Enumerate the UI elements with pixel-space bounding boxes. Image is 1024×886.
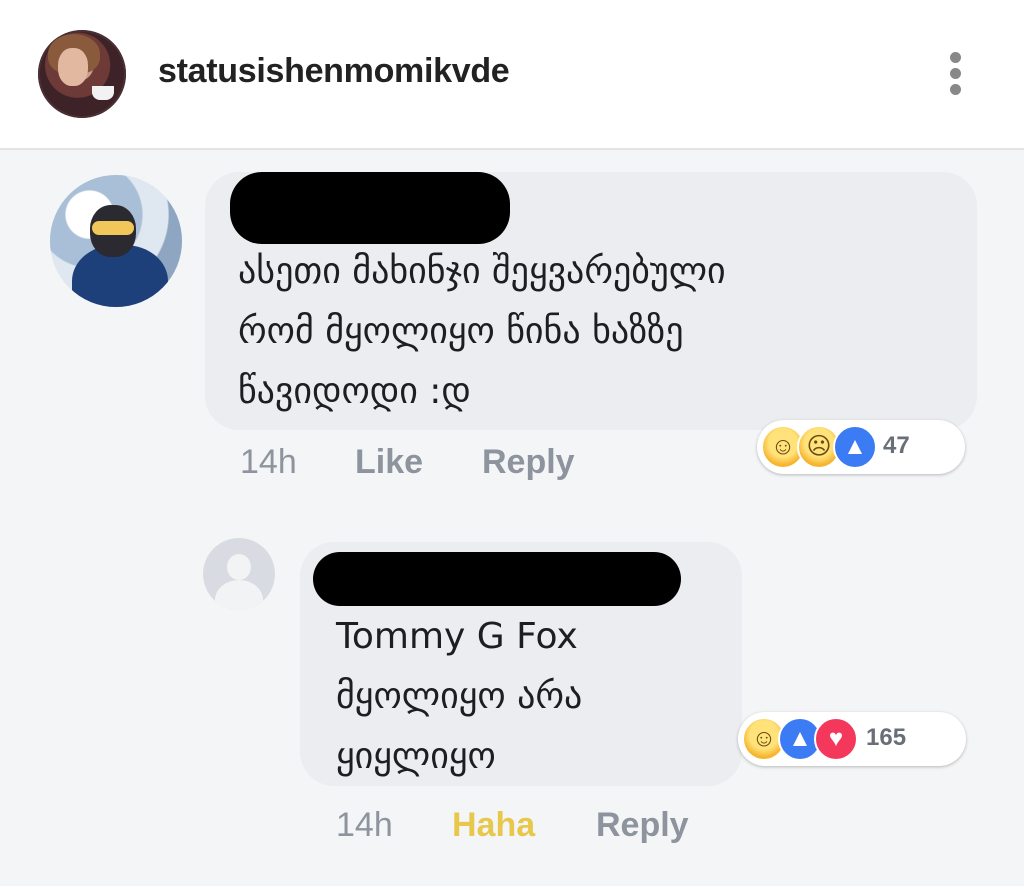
comment-line: წავიდოდი :დ — [238, 371, 471, 412]
reaction-summary[interactable]: ☺ ☹ ▲ 47 — [757, 420, 965, 474]
more-vertical-icon[interactable] — [944, 48, 968, 100]
reply-line: ყიყლიყო — [336, 736, 496, 777]
reaction-count: 47 — [883, 432, 910, 459]
post-header: statusishenmomikvde — [0, 0, 1024, 150]
love-icon: ♥ — [814, 717, 858, 761]
menu-dot — [950, 84, 961, 95]
redacted-name — [230, 172, 510, 244]
commenter-avatar[interactable] — [50, 175, 182, 307]
like-icon: ▲ — [833, 425, 877, 469]
reply-line: მყოლიყო არა — [336, 676, 583, 717]
reply-button[interactable]: Reply — [482, 443, 575, 482]
profile-username[interactable]: statusishenmomikvde — [158, 52, 510, 91]
avatar-cup — [92, 86, 114, 100]
like-button[interactable]: Like — [355, 443, 423, 482]
comment-text: ასეთი მახინჯი შეყვარებული რომ მყოლიყო წი… — [238, 242, 726, 422]
default-avatar[interactable] — [203, 538, 275, 610]
menu-dot — [950, 68, 961, 79]
avatar-face — [58, 48, 88, 86]
reaction-summary[interactable]: ☺ ▲ ♥ 165 — [738, 712, 966, 766]
profile-avatar[interactable] — [38, 30, 126, 118]
reply-button[interactable]: Reply — [596, 806, 689, 845]
haha-button[interactable]: Haha — [452, 806, 535, 845]
menu-dot — [950, 52, 961, 63]
comment-line: რომ მყოლიყო წინა ხაზზე — [238, 311, 684, 352]
comment-timestamp: 14h — [240, 443, 297, 481]
avatar-head — [227, 554, 251, 580]
reaction-count: 165 — [866, 724, 907, 751]
redacted-name — [313, 552, 681, 606]
reply-line: Tommy G Fox — [336, 616, 578, 657]
reply-text: Tommy G Fox მყოლიყო არა ყიყლიყო — [336, 607, 582, 787]
reply-timestamp: 14h — [336, 806, 393, 844]
avatar-goggles — [92, 221, 134, 235]
avatar-shoulders — [215, 580, 263, 610]
comment-line: ასეთი მახინჯი შეყვარებული — [238, 251, 726, 292]
